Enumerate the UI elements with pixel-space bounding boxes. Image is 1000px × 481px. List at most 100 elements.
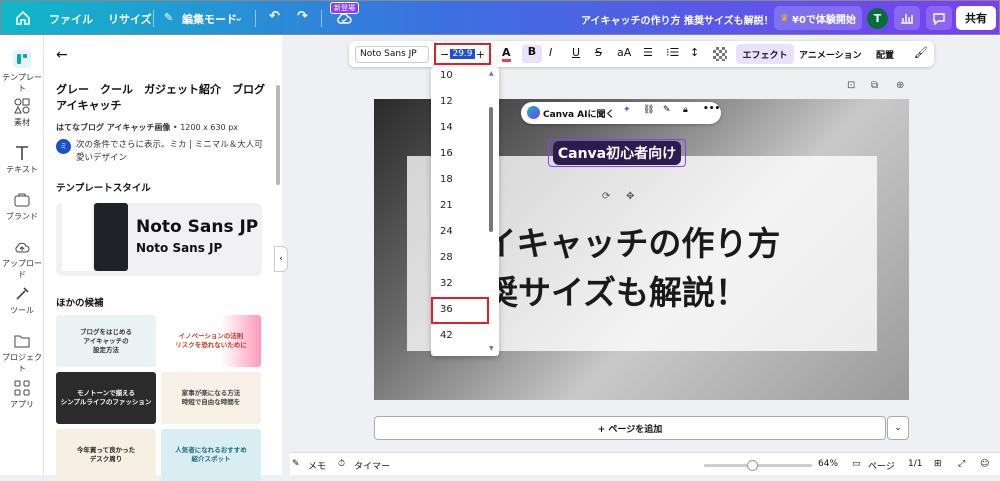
assistant-icon[interactable]: ☺: [980, 459, 989, 469]
lock-icon[interactable]: ⊡: [847, 80, 855, 91]
rail-item-text[interactable]: テキスト: [0, 145, 44, 175]
rail-item-templates[interactable]: テンプレート: [0, 49, 44, 94]
font-size-decrease[interactable]: −: [440, 48, 449, 61]
resize-menu[interactable]: リサイズ: [108, 11, 152, 27]
strikethrough-button[interactable]: S: [595, 46, 602, 59]
font-size-option[interactable]: 21: [440, 200, 453, 211]
back-arrow-icon[interactable]: ←: [56, 47, 68, 63]
font-size-option[interactable]: 12: [440, 96, 453, 107]
pages-button[interactable]: ページ: [868, 459, 895, 472]
bold-button[interactable]: B: [522, 45, 542, 63]
scroll-down-icon[interactable]: ▼: [489, 345, 494, 352]
rail-label: プロジェクト: [2, 353, 42, 373]
copy-style-icon[interactable]: 🖌︎: [914, 46, 928, 59]
zoom-slider[interactable]: [704, 464, 812, 467]
font-size-option[interactable]: 32: [440, 278, 453, 289]
rail-item-tools[interactable]: ツール: [0, 286, 44, 316]
color-swatch-white: [62, 203, 92, 271]
italic-button[interactable]: I: [549, 46, 552, 59]
spacing-icon[interactable]: ↕: [690, 46, 699, 59]
template-thumb[interactable]: ブログをはじめる アイキャッチの 設定方法: [56, 315, 156, 367]
template-type: はてなブログ アイキャッチ画像: [56, 123, 171, 132]
share-button[interactable]: 共有: [956, 6, 996, 30]
lock-icon[interactable]: 🔒︎: [683, 105, 688, 115]
list-icon[interactable]: ⁝☰: [666, 46, 679, 59]
font-size-option[interactable]: 16: [440, 148, 453, 159]
template-thumb[interactable]: イノベーションの法則 リスクを恐れないために: [161, 315, 261, 367]
template-thumb[interactable]: 人気者になれるおすすめ 紹介スポット: [161, 429, 261, 481]
font-size-option[interactable]: 42: [440, 330, 453, 341]
rail-item-elements[interactable]: 素材: [0, 98, 44, 128]
effects-button[interactable]: エフェクト: [736, 44, 794, 64]
font-size-option[interactable]: 36: [440, 304, 453, 315]
rail-item-projects[interactable]: プロジェクト: [0, 333, 44, 374]
undo-icon[interactable]: ↶: [269, 9, 280, 24]
underline-button[interactable]: U: [572, 46, 580, 59]
pages-icon[interactable]: ▭: [852, 459, 861, 469]
move-icon[interactable]: ✥: [626, 191, 634, 202]
magic-edit-icon[interactable]: ✦: [623, 105, 631, 115]
divider: [153, 10, 154, 27]
notes-icon[interactable]: ✎: [292, 459, 300, 469]
font-family-select[interactable]: Noto Sans JP: [355, 46, 429, 63]
section-title-more: ほかの候補: [56, 298, 104, 309]
ask-canva-ai-button[interactable]: Canva AIに聞く: [543, 107, 614, 120]
template-thumb[interactable]: モノトーンで揃える シンプルライフのファッション: [56, 372, 156, 424]
more-icon[interactable]: •••: [703, 104, 720, 114]
dropdown-scrollbar[interactable]: [489, 107, 493, 232]
notes-button[interactable]: メモ: [308, 459, 326, 472]
comment-icon[interactable]: [926, 6, 952, 30]
align-left-icon[interactable]: ☰: [643, 46, 653, 59]
template-style-card[interactable]: Noto Sans JP Noto Sans JP: [56, 203, 262, 276]
letter-case-button[interactable]: aA: [617, 46, 631, 59]
rail-label: 素材: [14, 118, 30, 127]
home-icon[interactable]: [15, 10, 31, 26]
timer-button[interactable]: タイマー: [354, 459, 390, 472]
rail-item-brand[interactable]: ブランド: [0, 192, 44, 222]
template-thumb[interactable]: 家事が楽になる方法 時短で自由な時間を: [161, 372, 261, 424]
collapse-panel-button[interactable]: ‹: [274, 246, 288, 272]
grid-view-icon[interactable]: ⊞: [934, 459, 942, 469]
rotate-icon[interactable]: ⟳: [602, 191, 610, 202]
page-counter: 1/1: [908, 459, 923, 469]
rail-item-uploads[interactable]: アップロード: [0, 239, 44, 280]
duplicate-icon[interactable]: ⧉: [871, 80, 878, 91]
author-link[interactable]: ミ 次の条件でさらに表示。ミカ | ミニマル＆大人可愛いデザイン: [56, 139, 266, 165]
zoom-level[interactable]: 64%: [818, 459, 838, 469]
headline-line-1[interactable]: アイキャッチの作り方: [452, 217, 780, 265]
zoom-slider-handle[interactable]: [747, 460, 758, 471]
font-size-option[interactable]: 10: [440, 70, 453, 81]
animation-button[interactable]: アニメーション: [799, 48, 862, 61]
redo-icon[interactable]: ↷: [297, 9, 308, 24]
template-thumb[interactable]: 今年買って良かった デスク周り: [56, 429, 156, 481]
scroll-up-icon[interactable]: ▲: [489, 70, 494, 77]
insights-icon[interactable]: [894, 6, 920, 30]
fullscreen-icon[interactable]: ⤢: [958, 459, 965, 469]
edit-mode-dropdown[interactable]: 編集モード: [182, 11, 237, 27]
cloud-sync-icon[interactable]: [336, 12, 352, 27]
panel-scrollbar[interactable]: [276, 85, 280, 185]
transparency-icon[interactable]: [713, 47, 727, 61]
selected-text-chip[interactable]: Canva初心者向け: [548, 139, 686, 167]
position-button[interactable]: 配置: [876, 48, 894, 61]
avatar[interactable]: T: [867, 8, 888, 29]
font-size-option[interactable]: 28: [440, 252, 453, 263]
add-page-button[interactable]: + ページを追加: [374, 416, 886, 440]
free-trial-button[interactable]: ♛ ¥0で体験開始: [774, 6, 862, 30]
text-color-button[interactable]: A: [502, 46, 511, 62]
rail-item-apps[interactable]: アプリ: [0, 380, 44, 410]
font-size-option[interactable]: 24: [440, 226, 453, 237]
shapes-icon: [14, 98, 30, 114]
chevron-down-icon[interactable]: ⌄: [234, 11, 243, 24]
comment-add-icon[interactable]: ✎: [663, 105, 671, 115]
font-size-option[interactable]: 18: [440, 174, 453, 185]
add-page-icon[interactable]: ⊕: [896, 80, 904, 91]
font-size-input[interactable]: 29.9: [450, 49, 475, 59]
font-size-increase[interactable]: +: [476, 48, 485, 61]
chevron-down-icon[interactable]: ⌄: [887, 416, 909, 440]
document-title[interactable]: アイキャッチの作り方 推奨サイズも解説！: [581, 12, 774, 27]
link-icon[interactable]: ⛓: [643, 105, 654, 115]
file-menu[interactable]: ファイル: [49, 11, 93, 27]
timer-icon[interactable]: ⏱︎: [338, 459, 345, 469]
font-size-option[interactable]: 14: [440, 122, 453, 133]
